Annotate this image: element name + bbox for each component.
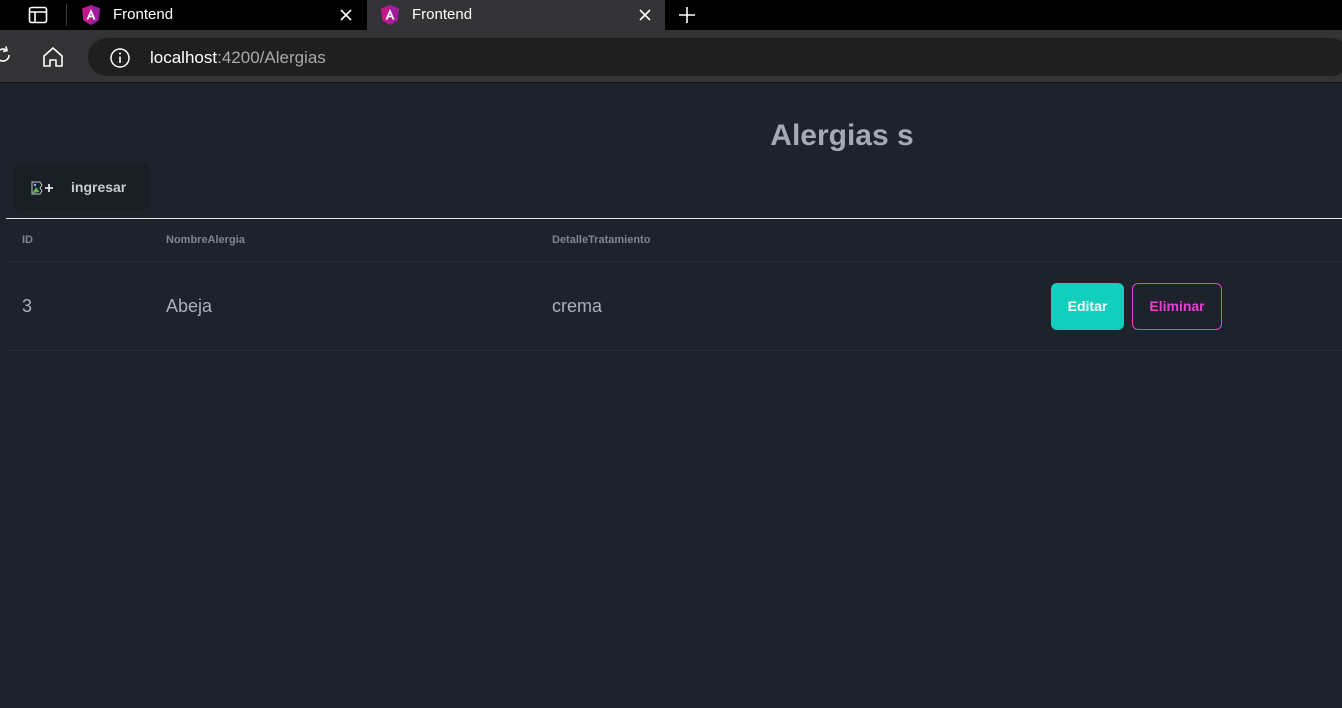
cell-actions: Editar Eliminar xyxy=(1001,261,1342,351)
page-content: Alergias s ingresar ID NombreAlergia Det… xyxy=(0,83,1342,708)
reload-icon xyxy=(0,46,10,62)
info-icon[interactable] xyxy=(109,47,131,69)
broken-image-icon xyxy=(31,181,53,195)
tab-frontend-1[interactable]: Frontend xyxy=(68,0,366,30)
tab-title: Frontend xyxy=(113,6,174,23)
tab-title: Frontend xyxy=(412,6,473,23)
edit-button[interactable]: Editar xyxy=(1051,282,1124,330)
column-header-actions xyxy=(1001,219,1342,262)
browser-toolbar: localhost:4200/Alergias xyxy=(0,30,1342,83)
close-tab-button[interactable] xyxy=(635,5,655,25)
close-icon xyxy=(340,9,352,21)
column-header-detalle: DetalleTratamiento xyxy=(538,219,1001,262)
tab-separator xyxy=(66,4,67,26)
home-button[interactable] xyxy=(40,45,66,69)
close-icon xyxy=(639,9,651,21)
delete-button[interactable]: Eliminar xyxy=(1132,282,1222,330)
angular-icon xyxy=(82,5,100,25)
cell-detalle: crema xyxy=(538,261,1001,351)
ingresar-label: ingresar xyxy=(71,179,127,195)
plus-icon xyxy=(679,7,695,23)
alergias-table: ID NombreAlergia DetalleTratamiento 3 Ab… xyxy=(8,219,1342,351)
column-header-id: ID xyxy=(8,219,152,262)
url-path: :4200/Alergias xyxy=(217,48,326,67)
url-host: localhost xyxy=(150,48,218,67)
home-icon xyxy=(43,47,63,67)
tab-strip: Frontend Frontend xyxy=(0,0,1342,30)
table-header-row: ID NombreAlergia DetalleTratamiento xyxy=(8,219,1342,262)
tab-frontend-2[interactable]: Frontend xyxy=(367,0,665,30)
page-title: Alergias s xyxy=(770,119,914,152)
url-text: localhost:4200/Alergias xyxy=(150,48,326,68)
close-tab-button[interactable] xyxy=(336,5,356,25)
tab-actions-button[interactable] xyxy=(24,4,52,26)
column-header-nombre: NombreAlergia xyxy=(152,219,538,262)
ingresar-button[interactable]: ingresar xyxy=(14,164,151,210)
cell-nombre: Abeja xyxy=(152,261,538,351)
cell-id: 3 xyxy=(8,261,152,351)
table-row: 3 Abeja crema Editar Eliminar xyxy=(8,261,1342,351)
reload-button[interactable] xyxy=(0,44,14,66)
address-bar[interactable]: localhost:4200/Alergias xyxy=(88,38,1342,76)
new-tab-button[interactable] xyxy=(675,3,699,27)
tab-actions-icon xyxy=(28,6,48,24)
angular-icon xyxy=(381,5,399,25)
